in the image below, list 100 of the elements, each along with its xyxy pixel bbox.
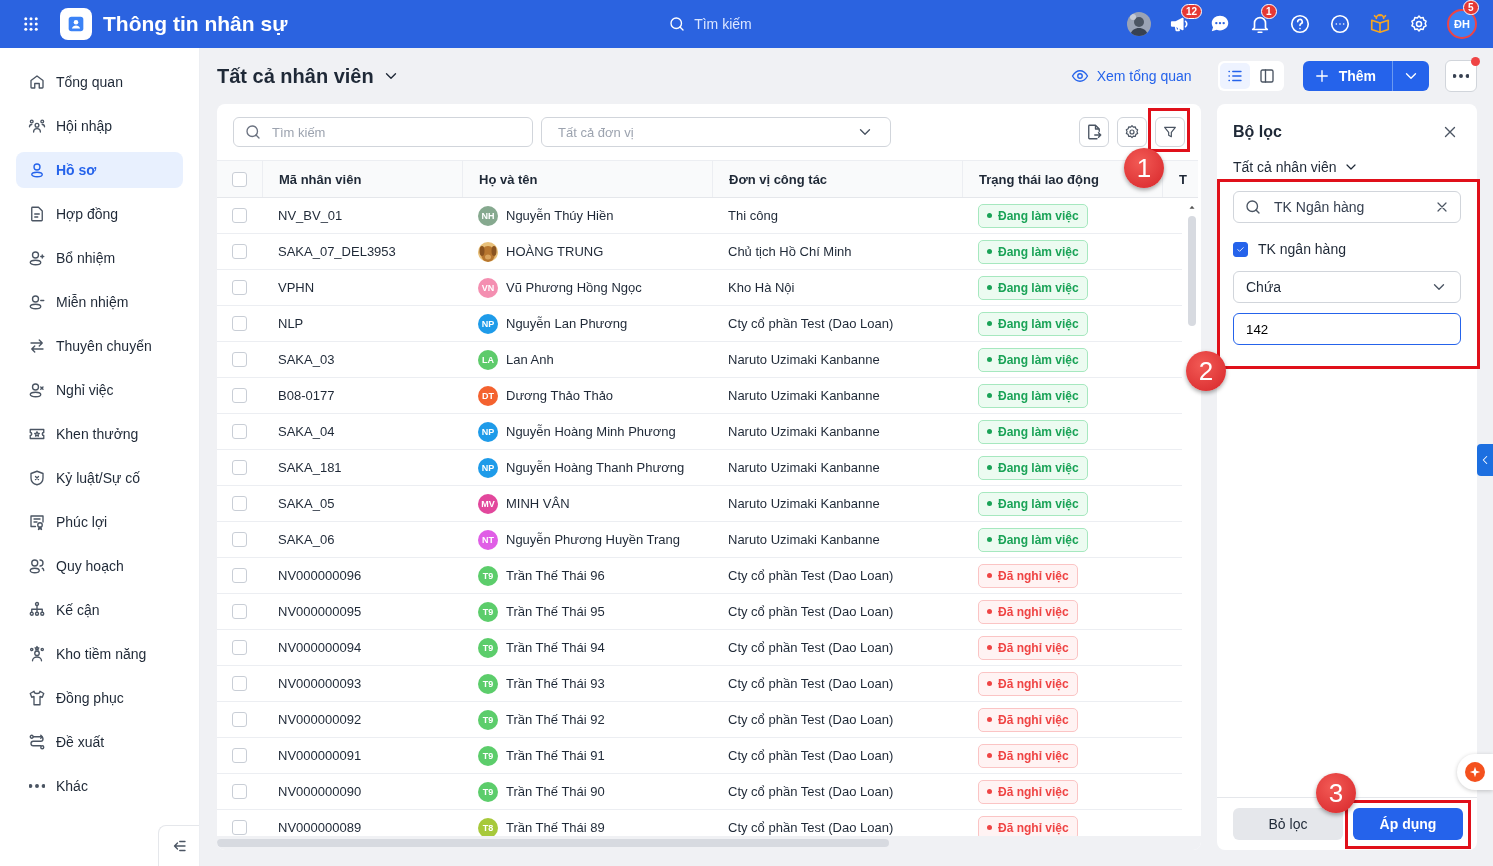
scrollbar-thumb[interactable] xyxy=(217,839,889,847)
house-icon xyxy=(28,73,46,91)
status-badge: Đã nghỉ việc xyxy=(978,779,1078,804)
sidebar-item[interactable]: Hồ sơ xyxy=(16,152,183,188)
table-cell: Vũ Phương Hồng Ngọc xyxy=(506,280,642,295)
column-header: Đơn vị công tác xyxy=(729,171,828,187)
user-plus-icon xyxy=(28,249,46,267)
user-minus-icon xyxy=(28,293,46,311)
search-input[interactable]: Tìm kiếm xyxy=(270,123,522,141)
operator-dropdown[interactable]: Chứa xyxy=(1233,271,1461,303)
sidebar-item[interactable]: Khác xyxy=(16,768,183,804)
filter-search-field[interactable]: TK Ngân hàng xyxy=(1233,191,1461,223)
app-title: Thông tin nhân sự xyxy=(103,12,288,36)
table-cell: Cty cổ phần Test (Dao Loan) xyxy=(728,748,894,763)
status-badge: Đang làm việc xyxy=(978,347,1088,372)
user-star-icon xyxy=(28,645,46,663)
sidebar-item[interactable]: Đồng phục xyxy=(16,680,183,716)
search-icon xyxy=(1244,198,1262,216)
sidebar-item[interactable]: Đề xuất xyxy=(16,724,183,760)
sidebar-item[interactable]: Quy hoạch xyxy=(16,548,183,584)
expand-tab[interactable] xyxy=(1477,444,1493,476)
status-badge: Đã nghỉ việc xyxy=(978,815,1078,836)
sidebar-item[interactable]: Hợp đồng xyxy=(16,196,183,232)
more-icon[interactable] xyxy=(1329,13,1351,35)
avatar: LA xyxy=(478,349,498,370)
help-icon[interactable] xyxy=(1289,13,1311,35)
more-icon xyxy=(1453,74,1469,78)
table-cell: Thi công xyxy=(728,208,778,223)
certificate-icon xyxy=(28,513,46,531)
table-cell: Cty cổ phần Test (Dao Loan) xyxy=(728,820,894,835)
table-cell: Dương Thảo Thảo xyxy=(506,388,614,403)
table-cell: NV000000093 xyxy=(278,676,362,691)
sidebar-item[interactable]: Phúc lợi xyxy=(16,504,183,540)
assistant-button[interactable] xyxy=(1457,754,1493,790)
search-field[interactable]: Tìm kiếm xyxy=(692,15,787,33)
table-cell: Chủ tịch Hồ Chí Minh xyxy=(728,244,852,259)
table-cell: NV_BV_01 xyxy=(278,208,343,223)
sidebar-item[interactable]: Kho tiềm năng xyxy=(16,636,183,672)
table-cell: NLP xyxy=(278,316,304,331)
table-cell: Trần Thế Thái 91 xyxy=(506,748,605,763)
search-input[interactable]: TK Ngân hàng xyxy=(1272,198,1424,216)
status-badge: Đã nghỉ việc xyxy=(978,743,1078,768)
status-badge: Đang làm việc xyxy=(978,311,1088,336)
table-cell: Trần Thế Thái 94 xyxy=(506,640,605,655)
table-cell: Cty cổ phần Test (Dao Loan) xyxy=(728,784,894,799)
sidebar-item[interactable]: Kế cận xyxy=(16,592,183,628)
overview-link[interactable]: Xem tổng quan xyxy=(1070,67,1192,85)
app-grid-icon[interactable] xyxy=(22,15,40,33)
status-badge: Đang làm việc xyxy=(978,491,1088,516)
add-button[interactable]: Thêm xyxy=(1302,61,1429,91)
table-cell: Kho Hà Nội xyxy=(728,280,795,295)
sidebar-item[interactable]: Tổng quan xyxy=(16,64,183,100)
table-cell: Cty cổ phần Test (Dao Loan) xyxy=(728,316,894,331)
scrollbar-thumb[interactable] xyxy=(1187,216,1196,326)
user-icon xyxy=(28,161,46,179)
sidebar-item[interactable]: Kỷ luật/Sự cố xyxy=(16,460,183,496)
settings-button[interactable] xyxy=(1117,117,1147,147)
lightbulb-book-icon[interactable] xyxy=(1369,13,1391,35)
checkbox[interactable] xyxy=(1233,241,1248,257)
status-badge: Đang làm việc xyxy=(978,203,1088,228)
more-button[interactable] xyxy=(1445,60,1477,92)
table-cell: NV000000089 xyxy=(278,820,362,835)
settings-icon[interactable] xyxy=(1409,14,1429,34)
user-x-icon xyxy=(28,381,46,399)
table-cell: SAKA_06 xyxy=(278,532,335,547)
shield-x-icon xyxy=(28,469,46,487)
view-toggle[interactable] xyxy=(1219,63,1250,89)
table-cell: NV000000091 xyxy=(278,748,362,763)
notification-badge: 5 xyxy=(1463,0,1479,15)
table-cell: Trần Thế Thái 95 xyxy=(506,604,605,619)
sidebar-item[interactable]: Bổ nhiệm xyxy=(16,240,183,276)
column-header: T xyxy=(1179,171,1187,187)
status-badge: Đang làm việc xyxy=(978,383,1088,408)
collapse-button[interactable] xyxy=(158,825,199,866)
app-logo[interactable] xyxy=(60,8,92,40)
export-button[interactable] xyxy=(1079,117,1109,147)
avatar: NT xyxy=(478,529,498,550)
clear-filter-button[interactable]: Bỏ lọc xyxy=(1233,808,1343,840)
search-field[interactable]: Tìm kiếm xyxy=(233,117,533,147)
users-icon xyxy=(28,557,46,575)
sidebar-item[interactable]: Nghỉ việc xyxy=(16,372,183,408)
status-badge: Đã nghỉ việc xyxy=(978,671,1078,696)
sidebar-item[interactable]: Hội nhập xyxy=(16,108,183,144)
export-icon xyxy=(1085,123,1103,141)
table-cell: Trần Thế Thái 89 xyxy=(506,820,605,835)
notification-dot xyxy=(1471,57,1480,66)
checkbox-label: TK ngân hàng xyxy=(1258,241,1346,257)
document-icon xyxy=(28,205,46,223)
filter-button[interactable] xyxy=(1155,117,1185,147)
sidebar-item[interactable]: Miễn nhiệm xyxy=(16,284,183,320)
scope-dropdown[interactable]: Tất cả nhân viên xyxy=(1233,159,1337,175)
value-field[interactable]: 142 xyxy=(1233,313,1461,345)
table-cell: Lan Anh xyxy=(506,352,554,367)
apply-button[interactable]: Áp dụng xyxy=(1353,808,1463,840)
table-cell: Nguyễn Phương Huyền Trang xyxy=(506,532,681,547)
search-icon xyxy=(244,123,262,141)
sidebar-item[interactable]: Khen thưởng xyxy=(16,416,183,452)
sidebar-item[interactable]: Thuyên chuyển xyxy=(16,328,183,364)
table-cell: Naruto Uzimaki Kanbanne xyxy=(728,460,880,475)
table-cell: NV000000092 xyxy=(278,712,362,727)
